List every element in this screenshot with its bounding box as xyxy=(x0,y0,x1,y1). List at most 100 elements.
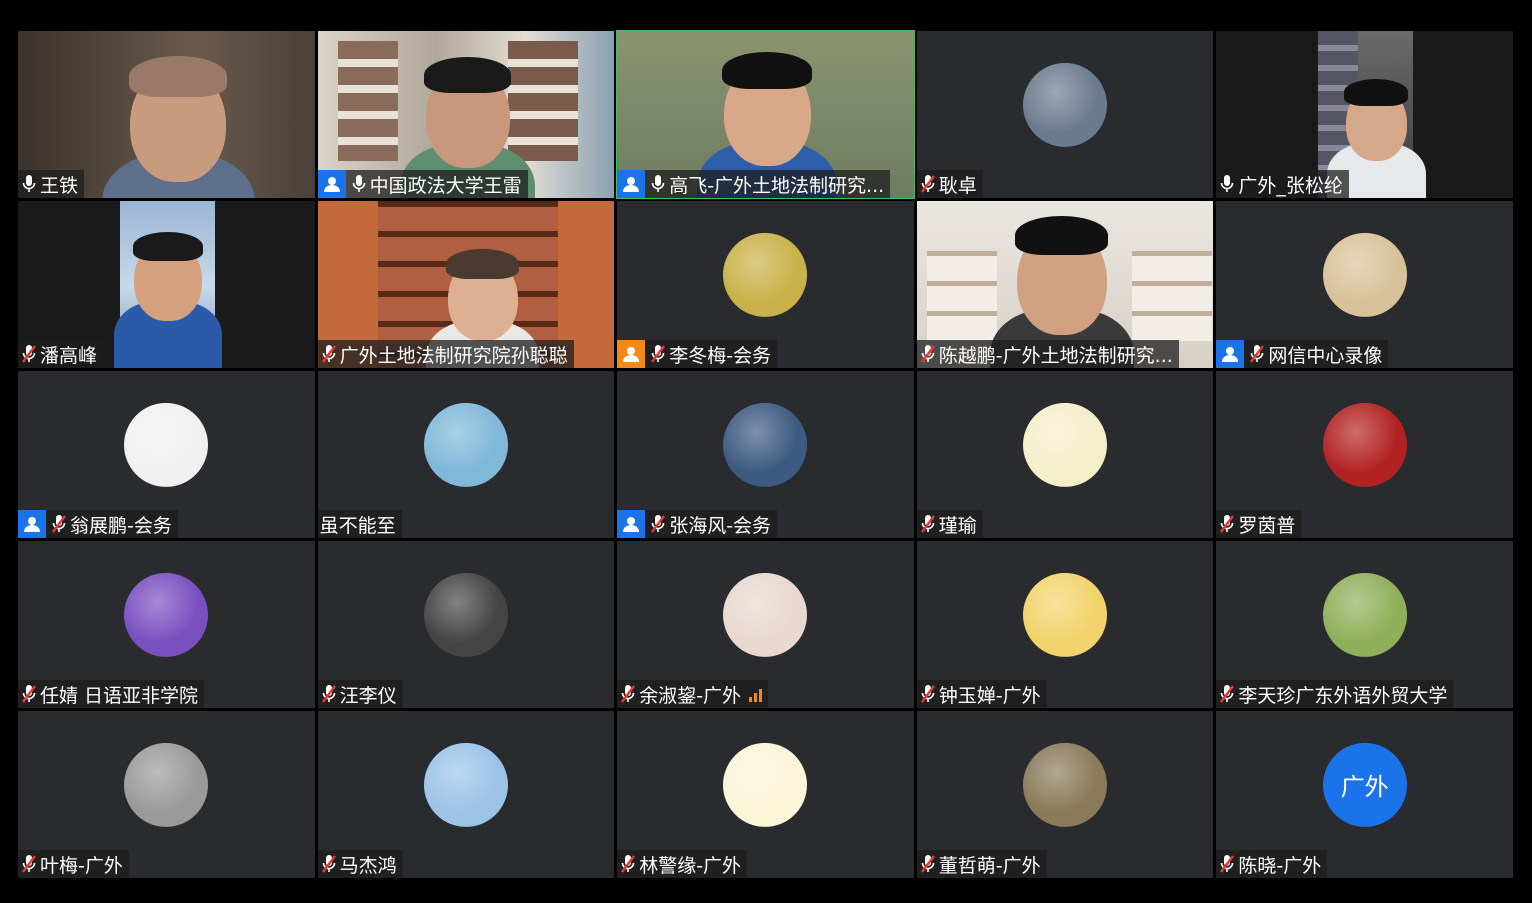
participant-tile[interactable]: 潘高峰 xyxy=(17,200,316,369)
microphone-muted-icon xyxy=(20,683,38,705)
participant-name: 李天珍广东外语外贸大学 xyxy=(1238,684,1448,707)
participant-name: 罗茵普 xyxy=(1238,514,1296,537)
participant-tile[interactable]: 罗茵普 xyxy=(1215,370,1514,539)
participant-name: 翁展鹏-会务 xyxy=(70,514,172,537)
microphone-on-icon xyxy=(350,173,368,195)
participant-tile[interactable]: 林警缘-广外 xyxy=(616,710,915,879)
participant-tile[interactable]: 广外_张松纶 xyxy=(1215,30,1514,199)
participant-tile[interactable]: 瑾瑜 xyxy=(915,370,1215,539)
avatar xyxy=(1023,742,1108,827)
participant-tile[interactable]: 任婧 日语亚非学院 xyxy=(17,540,316,709)
participant-tile[interactable]: 网信中心录像 xyxy=(1215,200,1514,369)
avatar xyxy=(124,572,209,657)
participant-tile[interactable]: 广外陈晓-广外 xyxy=(1215,710,1514,879)
microphone-muted-icon xyxy=(919,173,937,195)
microphone-muted-icon xyxy=(919,343,937,365)
microphone-muted-icon xyxy=(1248,343,1266,365)
participant-name: 王铁 xyxy=(40,174,79,197)
participant-tile[interactable]: 李天珍广东外语外贸大学 xyxy=(1215,540,1514,709)
participant-name: 余淑鋆-广外 xyxy=(639,684,742,707)
name-label: 钟玉婵-广外 xyxy=(916,680,1047,708)
avatar xyxy=(1322,232,1407,317)
microphone-muted-icon xyxy=(919,513,937,535)
participant-name: 中国政法大学王雷 xyxy=(369,174,522,197)
avatar xyxy=(1322,572,1407,657)
participant-tile[interactable]: 钟玉婵-广外 xyxy=(915,540,1215,709)
microphone-muted-icon xyxy=(619,683,637,705)
name-label: 广外_张松纶 xyxy=(1216,170,1349,198)
participant-tile[interactable]: 汪李仪 xyxy=(316,540,616,709)
microphone-muted-icon xyxy=(1218,513,1236,535)
name-label: 中国政法大学王雷 xyxy=(317,170,528,198)
avatar xyxy=(1023,62,1108,147)
microphone-muted-icon xyxy=(1218,683,1236,705)
participant-tile[interactable]: 高飞-广外土地法制研究... xyxy=(616,30,915,199)
participant-name: 虽不能至 xyxy=(319,514,396,537)
microphone-muted-icon xyxy=(1218,853,1236,875)
participant-tile[interactable]: 张海风-会务 xyxy=(616,370,915,539)
participant-tile[interactable]: 陈越鹏-广外土地法制研究... xyxy=(915,200,1215,369)
name-label: 虽不能至 xyxy=(317,510,402,538)
name-label: 翁展鹏-会务 xyxy=(18,510,178,538)
name-label: 林警缘-广外 xyxy=(617,850,748,878)
microphone-muted-icon xyxy=(20,853,38,875)
name-label: 潘高峰 xyxy=(18,340,104,368)
participant-name: 瑾瑜 xyxy=(938,514,977,537)
host-badge-icon xyxy=(18,510,46,538)
participant-name: 网信中心录像 xyxy=(1268,344,1383,367)
microphone-muted-icon xyxy=(320,853,338,875)
participant-tile[interactable]: 余淑鋆-广外 xyxy=(616,540,915,709)
name-label: 任婧 日语亚非学院 xyxy=(18,680,205,708)
participant-name: 林警缘-广外 xyxy=(639,854,742,877)
participant-tile[interactable]: 王铁 xyxy=(17,30,316,199)
microphone-muted-icon xyxy=(919,683,937,705)
avatar xyxy=(423,742,508,827)
participant-name: 陈晓-广外 xyxy=(1238,854,1322,877)
microphone-muted-icon xyxy=(320,343,338,365)
participant-tile[interactable]: 李冬梅-会务 xyxy=(616,200,915,369)
name-label: 罗茵普 xyxy=(1216,510,1302,538)
participant-name: 董哲萌-广外 xyxy=(938,854,1041,877)
avatar xyxy=(423,572,508,657)
microphone-muted-icon xyxy=(649,513,667,535)
host-badge-icon xyxy=(617,510,646,538)
participant-name: 广外土地法制研究院孙聪聪 xyxy=(339,344,568,367)
microphone-muted-icon xyxy=(20,343,38,365)
name-label: 张海风-会务 xyxy=(617,510,778,538)
avatar xyxy=(723,742,808,827)
avatar xyxy=(124,742,209,827)
name-label: 瑾瑜 xyxy=(916,510,983,538)
microphone-on-icon xyxy=(1218,173,1236,195)
participant-tile[interactable]: 董哲萌-广外 xyxy=(915,710,1215,879)
host-badge-icon xyxy=(1216,340,1245,368)
participant-name: 潘高峰 xyxy=(40,344,98,367)
host-badge-icon xyxy=(617,170,646,198)
microphone-muted-icon xyxy=(320,683,338,705)
microphone-muted-icon xyxy=(919,853,937,875)
participant-grid: 王铁 中国政法大学王雷 高飞-广外土地法制研究... 耿卓 广外_张松纶 潘高峰 … xyxy=(17,30,1515,880)
microphone-on-icon xyxy=(649,173,667,195)
name-label: 耿卓 xyxy=(916,170,983,198)
microphone-muted-icon xyxy=(649,343,667,365)
name-label: 马杰鸿 xyxy=(317,850,403,878)
name-label: 陈晓-广外 xyxy=(1216,850,1328,878)
name-label: 董哲萌-广外 xyxy=(916,850,1047,878)
participant-name: 高飞-广外土地法制研究... xyxy=(669,174,885,197)
participant-name: 汪李仪 xyxy=(339,684,397,707)
avatar xyxy=(723,232,808,317)
name-label: 广外土地法制研究院孙聪聪 xyxy=(317,340,574,368)
participant-tile[interactable]: 中国政法大学王雷 xyxy=(316,30,616,199)
participant-tile[interactable]: 叶梅-广外 xyxy=(17,710,316,879)
participant-tile[interactable]: 虽不能至 xyxy=(316,370,616,539)
avatar: 广外 xyxy=(1322,742,1407,827)
participant-name: 广外_张松纶 xyxy=(1238,174,1343,197)
participant-tile[interactable]: 翁展鹏-会务 xyxy=(17,370,316,539)
name-label: 陈越鹏-广外土地法制研究... xyxy=(916,340,1179,368)
participant-tile[interactable]: 耿卓 xyxy=(915,30,1215,199)
participant-tile[interactable]: 马杰鸿 xyxy=(316,710,616,879)
name-label: 汪李仪 xyxy=(317,680,403,708)
participant-tile[interactable]: 广外土地法制研究院孙聪聪 xyxy=(316,200,616,369)
participant-name: 钟玉婵-广外 xyxy=(938,684,1041,707)
avatar xyxy=(1023,572,1108,657)
name-label: 叶梅-广外 xyxy=(18,850,129,878)
